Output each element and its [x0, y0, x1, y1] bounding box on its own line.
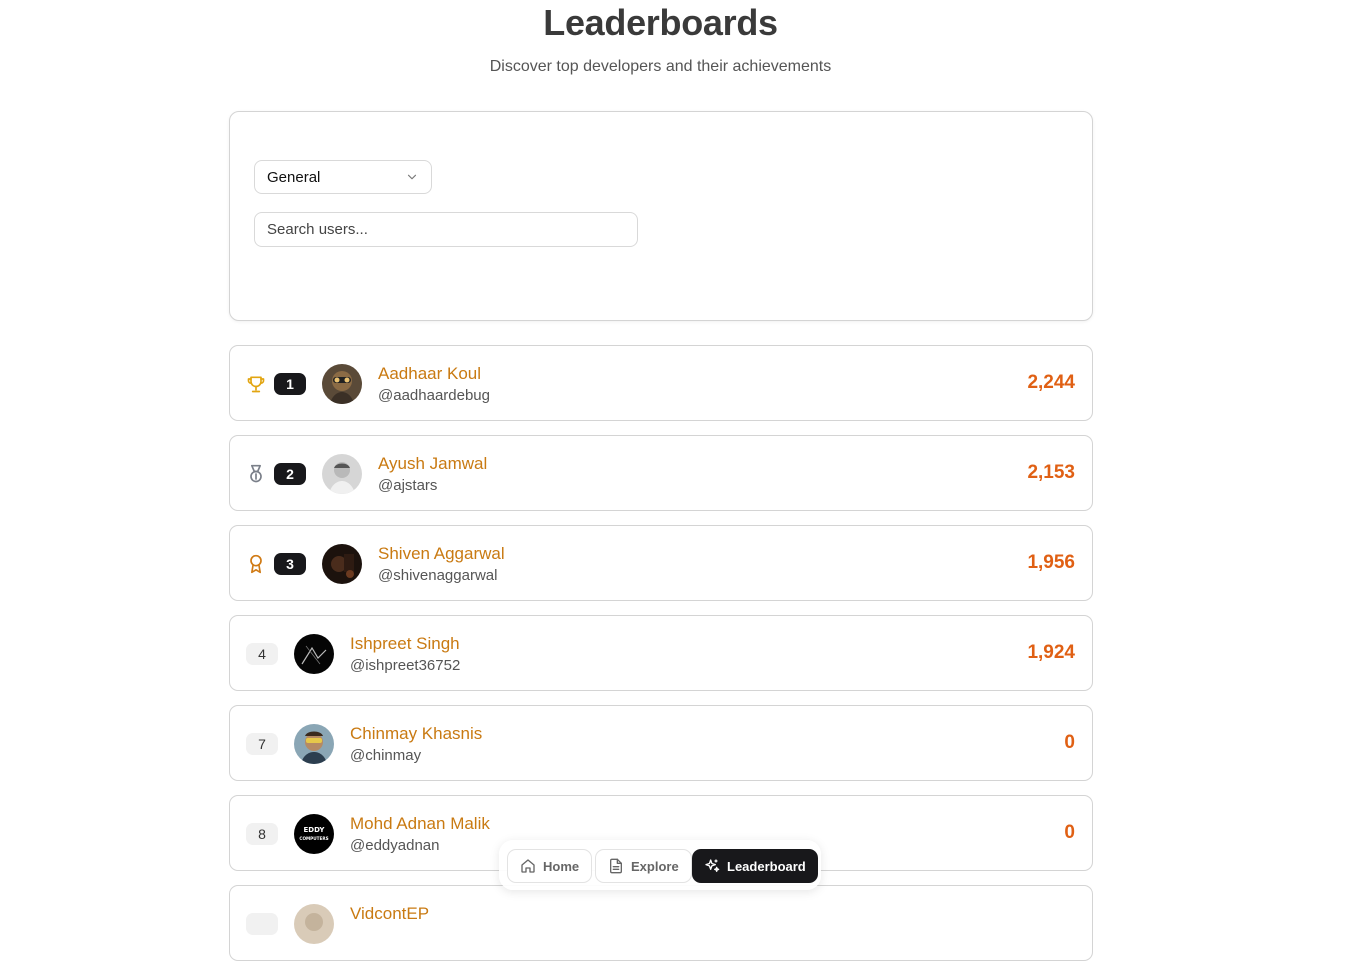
user-score: 2,244	[1027, 372, 1075, 393]
category-select[interactable]: General	[254, 160, 432, 194]
leaderboard-row[interactable]: 7 Chinmay Khasnis @chinmay 0	[229, 705, 1093, 781]
rank-badge: 7	[246, 733, 278, 755]
leaderboard-row[interactable]: 2 Ayush Jamwal @ajstars 2,153	[229, 435, 1093, 511]
user-name[interactable]: VidcontEP	[350, 904, 429, 924]
award-icon	[250, 554, 262, 574]
user-name[interactable]: Mohd Adnan Malik	[350, 814, 490, 834]
category-select-value: General	[267, 168, 321, 186]
avatar	[322, 364, 362, 404]
rank-badge: 3	[274, 553, 306, 575]
document-icon	[610, 858, 622, 874]
trophy-icon	[247, 376, 265, 393]
search-input[interactable]	[254, 212, 638, 247]
user-handle: @eddyadnan	[350, 837, 440, 854]
nav-leaderboard-label: Leaderboard	[727, 858, 806, 874]
rank-badge: 8	[246, 823, 278, 845]
nav-explore-button[interactable]: Explore	[595, 849, 692, 883]
avatar	[322, 454, 362, 494]
page-title: Leaderboards	[543, 2, 778, 43]
home-icon	[521, 859, 535, 873]
medal-icon	[250, 464, 262, 483]
user-handle: @chinmay	[350, 747, 422, 764]
leaderboard-row[interactable]: 1 Aadhaar Koul @aadhaardebug 2,244	[229, 345, 1093, 421]
leaderboard-row[interactable]: 4 Ishpreet Singh @ishpreet36752 1,924	[229, 615, 1093, 691]
nav-home-button[interactable]: Home	[507, 849, 593, 883]
svg-text:COMPUTERS: COMPUTERS	[299, 836, 328, 841]
user-score: 1,956	[1027, 552, 1075, 573]
user-handle: @ajstars	[378, 477, 438, 494]
nav-leaderboard-button[interactable]: Leaderboard	[692, 849, 818, 883]
user-name[interactable]: Ayush Jamwal	[378, 454, 487, 474]
user-handle: @ishpreet36752	[350, 657, 461, 674]
rank-badge: 4	[246, 643, 278, 665]
svg-text:EDDY: EDDY	[304, 826, 326, 834]
chevron-down-icon	[407, 174, 417, 180]
rank-badge	[246, 913, 278, 935]
leaderboard-row[interactable]: VidcontEP	[229, 885, 1093, 961]
user-score: 0	[1064, 822, 1075, 843]
bottom-nav: Home Explore Leaderboard	[499, 840, 821, 890]
user-name[interactable]: Aadhaar Koul	[378, 364, 481, 384]
sparkles-icon	[705, 859, 720, 872]
user-name[interactable]: Chinmay Khasnis	[350, 724, 482, 744]
leaderboard-row[interactable]: 3 Shiven Aggarwal @shivenaggarwal 1,956	[229, 525, 1093, 601]
avatar: EDDY COMPUTERS	[294, 814, 334, 854]
filter-card: General	[229, 111, 1093, 321]
avatar	[294, 634, 334, 674]
user-handle: @shivenaggarwal	[378, 567, 498, 584]
user-name[interactable]: Ishpreet Singh	[350, 634, 460, 654]
rank-badge: 2	[274, 463, 306, 485]
avatar	[294, 904, 334, 944]
user-name[interactable]: Shiven Aggarwal	[378, 544, 505, 564]
user-score: 1,924	[1027, 642, 1075, 663]
avatar	[294, 724, 334, 764]
user-score: 2,153	[1027, 462, 1075, 483]
avatar	[322, 544, 362, 584]
user-handle: @aadhaardebug	[378, 387, 490, 404]
rank-badge: 1	[274, 373, 306, 395]
page-subtitle: Discover top developers and their achiev…	[489, 58, 832, 75]
nav-home-label: Home	[543, 858, 580, 874]
user-score: 0	[1064, 732, 1075, 753]
nav-explore-label: Explore	[631, 858, 679, 874]
